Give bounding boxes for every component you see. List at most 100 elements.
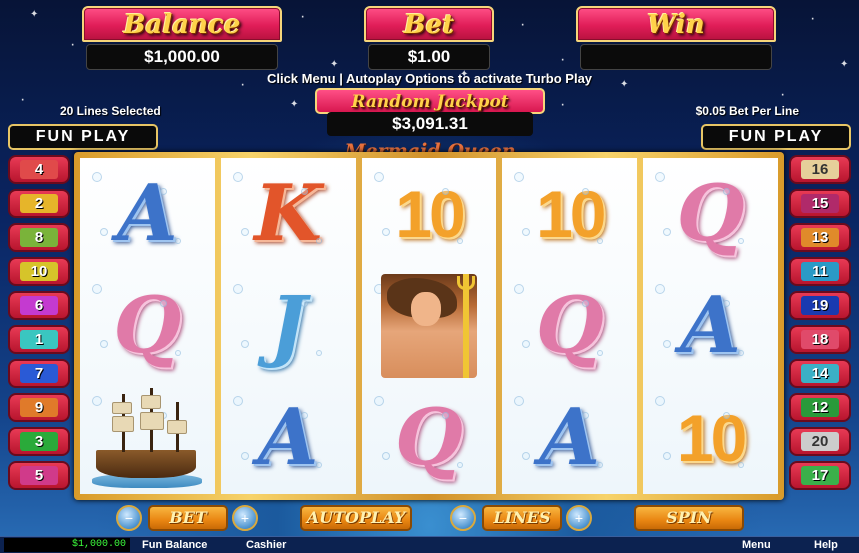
reels: A Q K J A 10 Q 10 Q A Q A 10 — [80, 158, 778, 494]
payline-badge-11[interactable]: 11 — [789, 257, 851, 286]
bet-button[interactable]: BET — [148, 505, 228, 531]
turbo-play-message: Click Menu | Autoplay Options to activat… — [266, 71, 593, 86]
bubble — [738, 350, 745, 356]
bubble — [655, 172, 666, 182]
bet-meter: Bet $1.00 — [364, 6, 494, 72]
spin-button[interactable]: SPIN — [634, 505, 744, 531]
payline-number: 20 — [801, 432, 839, 451]
reel-cell: 10 — [502, 158, 637, 270]
payline-column-right: 16 15 13 11 19 18 14 12 20 17 — [789, 155, 851, 490]
bubble — [315, 350, 322, 356]
balance-plaque: Balance — [82, 6, 282, 42]
bubble — [663, 340, 672, 348]
lines-decrease-button[interactable]: − — [450, 505, 476, 531]
payline-badge-12[interactable]: 12 — [789, 393, 851, 422]
star-icon: ✦ — [30, 9, 39, 20]
reel-cell: A — [221, 382, 356, 494]
payline-number: 5 — [20, 466, 58, 485]
symbol-10: 10 — [676, 401, 747, 475]
lines-button[interactable]: LINES — [482, 505, 562, 531]
payline-badge-18[interactable]: 18 — [789, 325, 851, 354]
payline-badge-19[interactable]: 19 — [789, 291, 851, 320]
bubble — [441, 412, 449, 419]
payline-badge-7[interactable]: 7 — [8, 359, 70, 388]
payline-number: 17 — [801, 466, 839, 485]
lines-increase-button[interactable]: + — [566, 505, 592, 531]
payline-number: 4 — [20, 160, 58, 179]
bubble — [514, 172, 525, 182]
fun-play-badge-right: FUN PLAY — [701, 124, 851, 150]
star-icon: · — [520, 16, 526, 33]
reel-3: 10 Q — [361, 158, 497, 494]
bubble — [522, 340, 531, 348]
bubble — [175, 350, 181, 356]
payline-badge-6[interactable]: 6 — [8, 291, 70, 320]
star-icon: ✦ — [840, 59, 849, 70]
balance-value: $1,000.00 — [86, 44, 278, 70]
reel-cell: Q — [643, 158, 778, 270]
payline-number: 8 — [20, 228, 58, 247]
payline-badge-10[interactable]: 10 — [8, 257, 70, 286]
symbol-q: Q — [113, 280, 182, 371]
bubble — [240, 228, 249, 236]
star-icon: ✦ — [330, 59, 339, 70]
payline-badge-2[interactable]: 2 — [8, 189, 70, 218]
win-meter: Win — [576, 6, 776, 72]
bubble — [381, 452, 390, 460]
payline-badge-20[interactable]: 20 — [789, 427, 851, 456]
neptune-symbol — [380, 274, 477, 378]
payline-badge-16[interactable]: 16 — [789, 155, 851, 184]
cashier-link[interactable]: Cashier — [246, 538, 286, 552]
jackpot-plaque: Random Jackpot — [315, 88, 545, 114]
star-icon: · — [810, 10, 816, 27]
bubble — [522, 452, 531, 460]
payline-badge-1[interactable]: 1 — [8, 325, 70, 354]
reel-cell: Q — [80, 270, 215, 382]
reel-cell: A — [643, 270, 778, 382]
bet-per-line-label: $0.05 Bet Per Line — [695, 104, 799, 118]
star-icon: · — [560, 51, 566, 68]
symbol-q: Q — [395, 392, 463, 483]
bubble — [663, 228, 672, 236]
menu-link[interactable]: Menu — [742, 538, 771, 552]
symbol-j: J — [269, 280, 307, 371]
reel-cell — [362, 270, 497, 382]
payline-number: 10 — [20, 262, 58, 281]
bet-title: Bet — [403, 10, 455, 40]
payline-badge-3[interactable]: 3 — [8, 427, 70, 456]
help-link[interactable]: Help — [814, 538, 838, 552]
payline-badge-14[interactable]: 14 — [789, 359, 851, 388]
symbol-10: 10 — [536, 177, 606, 251]
payline-badge-8[interactable]: 8 — [8, 223, 70, 252]
payline-badge-9[interactable]: 9 — [8, 393, 70, 422]
payline-badge-4[interactable]: 4 — [8, 155, 70, 184]
reel-cell: A — [80, 158, 215, 270]
bubble — [100, 228, 108, 236]
bubble — [100, 340, 108, 348]
reel-cell: 10 — [362, 158, 497, 270]
bubble — [663, 452, 672, 460]
reel-cell: J — [221, 270, 356, 382]
autoplay-button[interactable]: AUTOPLAY — [300, 505, 412, 531]
payline-badge-5[interactable]: 5 — [8, 461, 70, 490]
payline-badge-13[interactable]: 13 — [789, 223, 851, 252]
bubble — [514, 396, 525, 406]
bet-increase-button[interactable]: + — [232, 505, 258, 531]
payline-badge-15[interactable]: 15 — [789, 189, 851, 218]
bubble — [300, 188, 308, 195]
fun-play-badge-left: FUN PLAY — [8, 124, 158, 150]
bubble — [300, 300, 308, 307]
bubble — [92, 284, 102, 294]
payline-number: 3 — [20, 432, 58, 451]
minus-icon: − — [458, 510, 468, 526]
bet-decrease-button[interactable]: − — [116, 505, 142, 531]
symbol-q: Q — [535, 280, 604, 371]
bet-value: $1.00 — [368, 44, 490, 70]
payline-number: 6 — [20, 296, 58, 315]
bubble — [456, 238, 463, 244]
payline-badge-17[interactable]: 17 — [789, 461, 851, 490]
bubble — [315, 462, 322, 468]
payline-number: 2 — [20, 194, 58, 213]
payline-number: 9 — [20, 398, 58, 417]
reel-4: 10 Q A — [502, 158, 638, 494]
